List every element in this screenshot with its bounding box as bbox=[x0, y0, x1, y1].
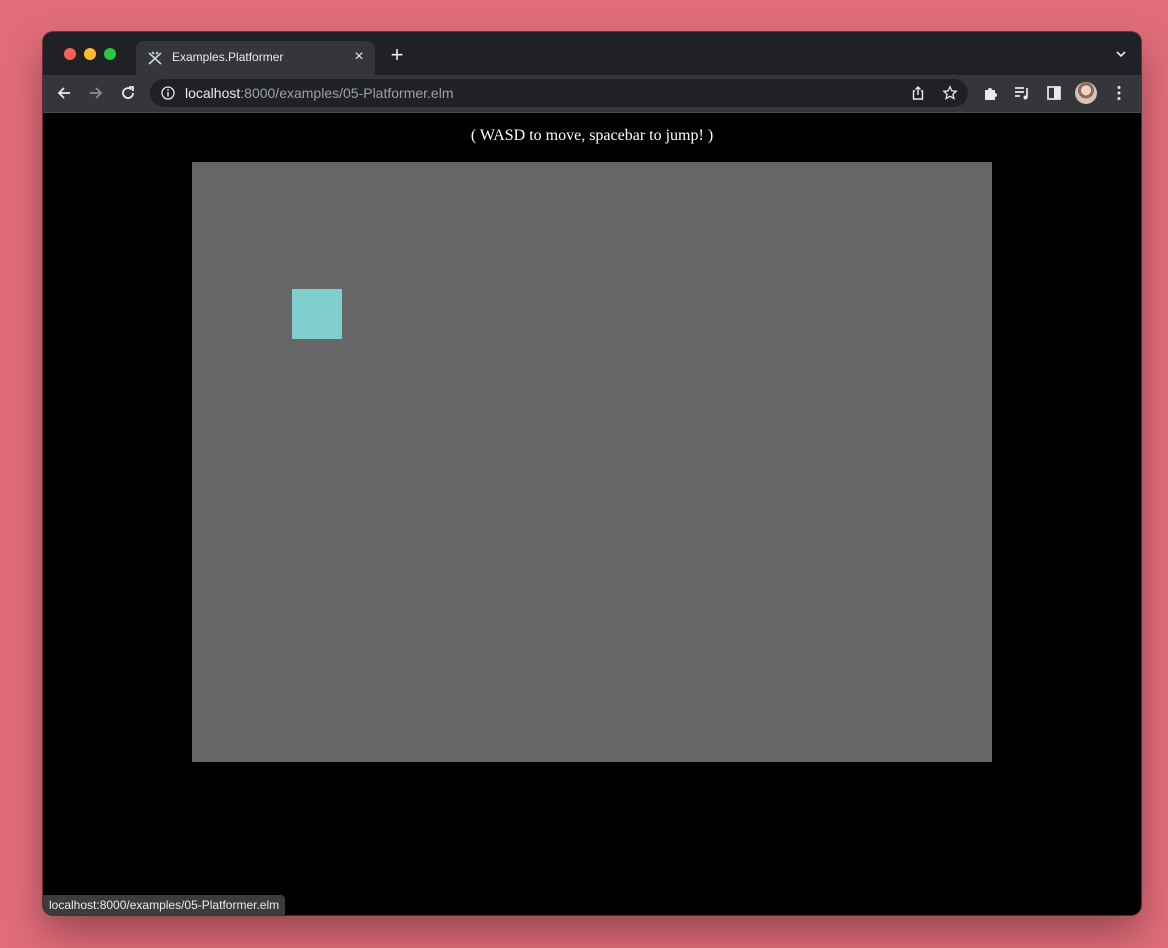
address-url: localhost:8000/examples/05-Platformer.el… bbox=[185, 85, 453, 101]
share-icon[interactable] bbox=[910, 85, 926, 101]
browser-window: Examples.Platformer × + localhost:8000/e… bbox=[43, 32, 1141, 915]
window-close-button[interactable] bbox=[64, 48, 76, 60]
side-panel-icon[interactable] bbox=[1045, 84, 1063, 102]
player-block bbox=[292, 289, 342, 339]
tab-strip: Examples.Platformer × + bbox=[43, 32, 1141, 75]
browser-toolbar: localhost:8000/examples/05-Platformer.el… bbox=[43, 75, 1141, 113]
window-minimize-button[interactable] bbox=[84, 48, 96, 60]
instructions-text: ( WASD to move, spacebar to jump! ) bbox=[470, 127, 714, 144]
info-icon[interactable] bbox=[161, 86, 175, 100]
url-path: :8000/examples/05-Platformer.elm bbox=[240, 85, 454, 101]
url-host: localhost bbox=[185, 85, 241, 101]
extensions-icon[interactable] bbox=[982, 84, 1000, 102]
back-icon[interactable] bbox=[55, 84, 73, 102]
reload-icon[interactable] bbox=[119, 84, 137, 102]
media-icon[interactable] bbox=[1013, 84, 1031, 102]
tab-active[interactable]: Examples.Platformer × bbox=[136, 41, 375, 75]
favicon-icon bbox=[148, 51, 162, 65]
game-canvas[interactable] bbox=[192, 162, 992, 762]
address-bar[interactable]: localhost:8000/examples/05-Platformer.el… bbox=[150, 79, 968, 107]
tab-close-icon[interactable]: × bbox=[351, 49, 367, 65]
page-content: ( WASD to move, spacebar to jump! ) bbox=[43, 113, 1141, 915]
profile-avatar[interactable] bbox=[1075, 82, 1097, 104]
star-icon[interactable] bbox=[942, 85, 958, 101]
forward-icon[interactable] bbox=[87, 84, 105, 102]
kebab-menu-icon[interactable] bbox=[1110, 84, 1128, 102]
new-tab-button[interactable]: + bbox=[388, 44, 406, 66]
chevron-down-icon[interactable] bbox=[1115, 48, 1127, 60]
status-bar-url: localhost:8000/examples/05-Platformer.el… bbox=[43, 895, 286, 915]
tab-title: Examples.Platformer bbox=[172, 50, 284, 64]
window-zoom-button[interactable] bbox=[104, 48, 116, 60]
